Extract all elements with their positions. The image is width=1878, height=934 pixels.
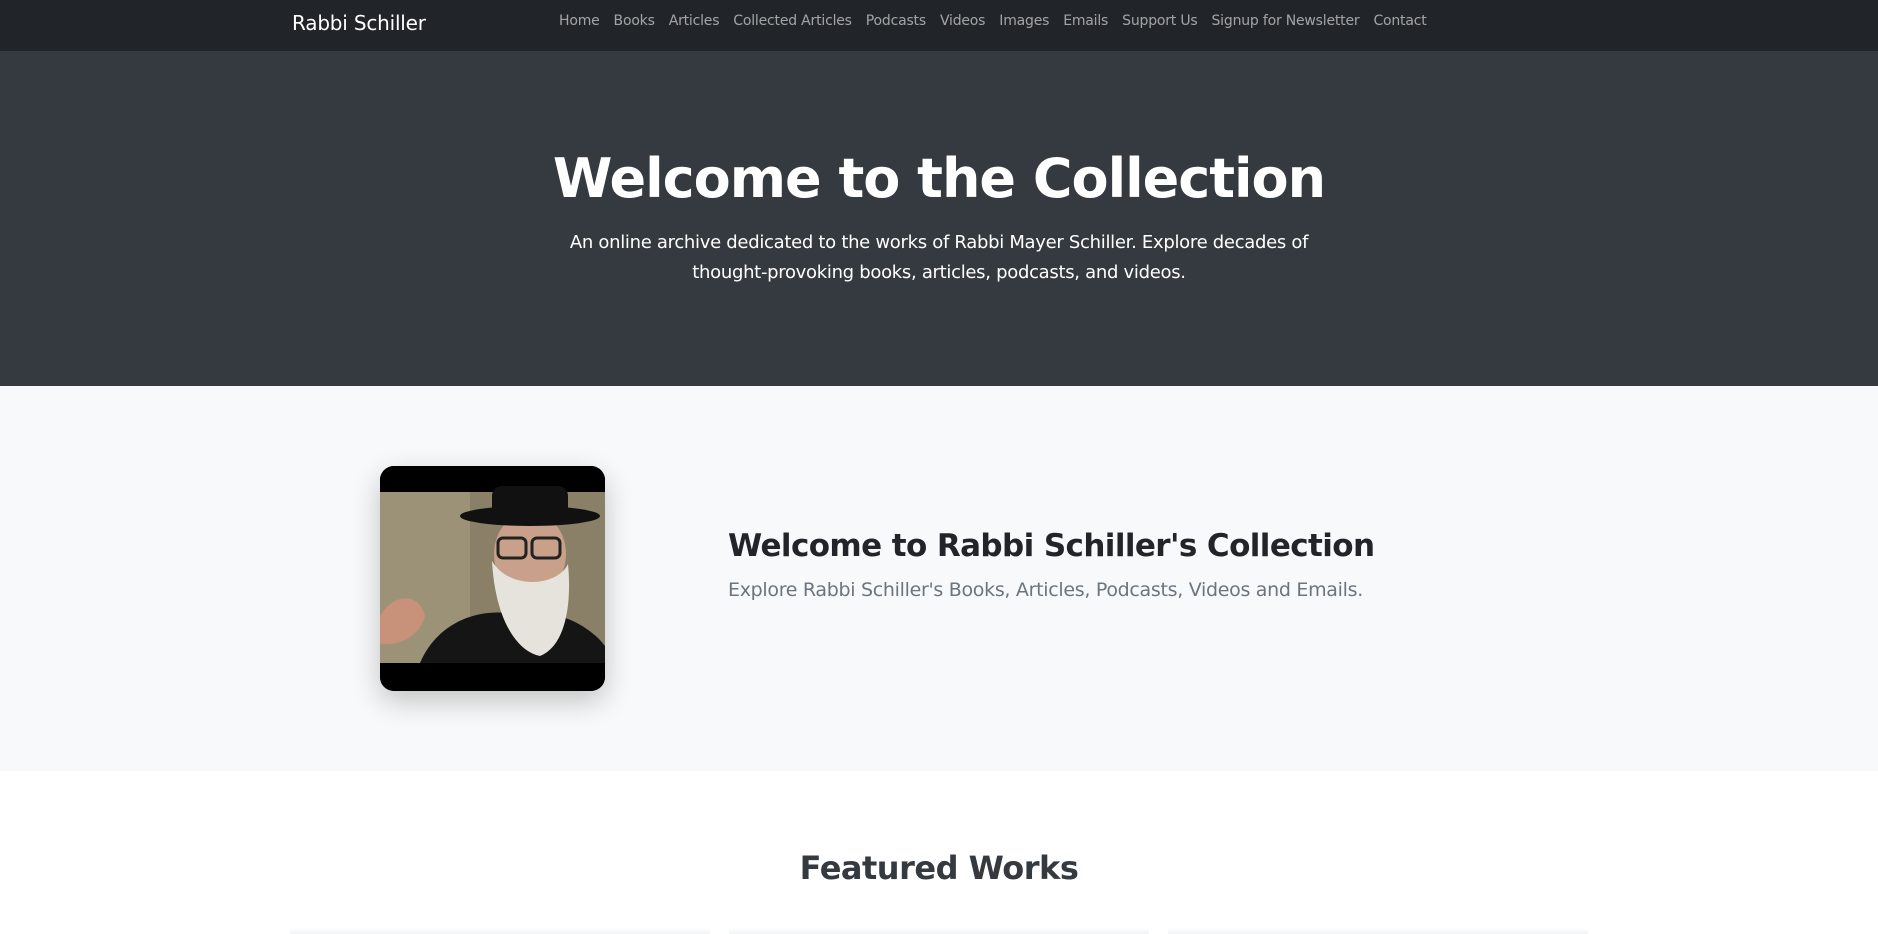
featured-card-edge: [729, 928, 1149, 934]
nav-link-collected-articles[interactable]: Collected Articles: [733, 13, 852, 29]
nav-link-videos[interactable]: Videos: [940, 13, 986, 29]
rabbi-portrait-image: [380, 466, 605, 691]
brand-link[interactable]: Rabbi Schiller: [292, 11, 426, 35]
nav-link-emails[interactable]: Emails: [1063, 13, 1108, 29]
nav-link-newsletter-signup[interactable]: Signup for Newsletter: [1212, 13, 1360, 29]
nav-link-contact[interactable]: Contact: [1373, 13, 1426, 29]
intro-section: Welcome to Rabbi Schiller's Collection E…: [0, 386, 1878, 771]
hero-subtitle: An online archive dedicated to the works…: [569, 231, 1309, 283]
nav-link-books[interactable]: Books: [614, 13, 655, 29]
featured-card-edge: [1168, 928, 1588, 934]
nav-link-articles[interactable]: Articles: [669, 13, 720, 29]
featured-works-section: Featured Works: [0, 771, 1878, 934]
featured-works-title: Featured Works: [799, 849, 1079, 887]
nav-links: Home Books Articles Collected Articles P…: [559, 13, 1878, 29]
featured-card-edge: [290, 928, 710, 934]
nav-link-podcasts[interactable]: Podcasts: [866, 13, 926, 29]
nav-link-home[interactable]: Home: [559, 13, 600, 29]
hero-section: Welcome to the Collection An online arch…: [0, 51, 1878, 386]
hero-title: Welcome to the Collection: [552, 147, 1326, 210]
intro-title: Welcome to Rabbi Schiller's Collection: [728, 528, 1375, 564]
top-navbar: Rabbi Schiller Home Books Articles Colle…: [0, 0, 1878, 51]
intro-text: Explore Rabbi Schiller's Books, Articles…: [728, 579, 1363, 601]
nav-link-images[interactable]: Images: [999, 13, 1049, 29]
nav-link-support-us[interactable]: Support Us: [1122, 13, 1198, 29]
